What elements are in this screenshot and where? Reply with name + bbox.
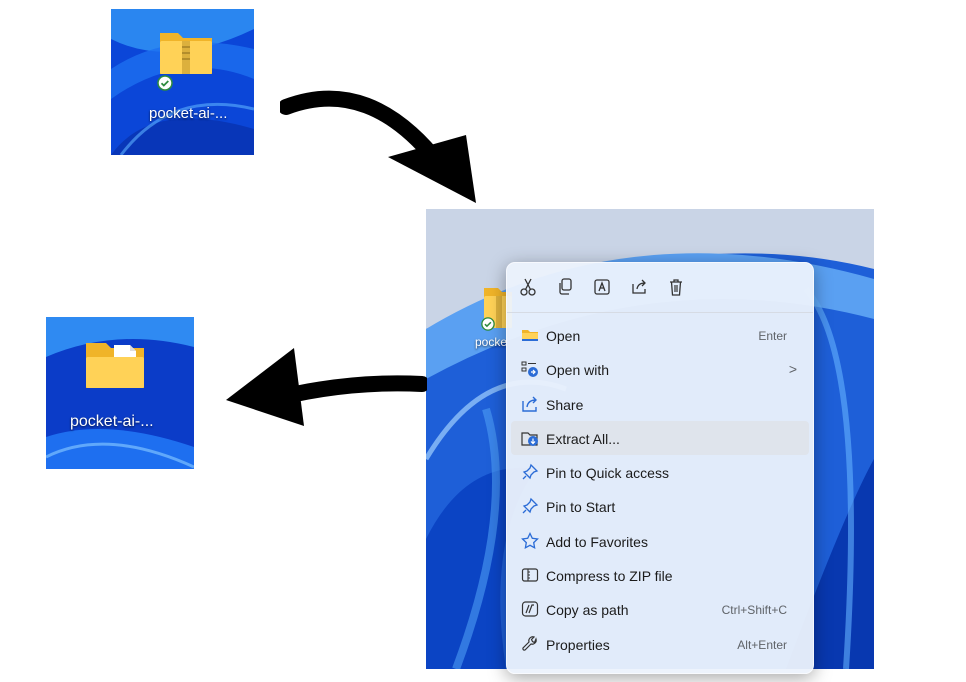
menu-item-label: Pin to Start — [546, 499, 616, 516]
menu-item-add-favorites[interactable]: Add to Favorites — [511, 524, 809, 558]
file-name-label: pocke — [475, 335, 508, 349]
arrow-down-right-icon — [280, 90, 476, 203]
desktop-panel-extracted: pocket-ai-... — [46, 317, 194, 469]
path-icon — [521, 601, 539, 617]
synced-check-icon — [157, 75, 173, 91]
folder-icon — [522, 330, 538, 341]
pin-icon — [522, 498, 539, 514]
desktop-panel-zipped: pocket-ai-... — [111, 9, 254, 155]
chevron-right-icon: > — [788, 361, 797, 378]
share-icon — [522, 396, 537, 412]
menu-item-copy-path[interactable]: Copy as path Ctrl+Shift+C — [511, 592, 809, 626]
delete-icon[interactable] — [667, 277, 685, 297]
menu-item-label: Pin to Quick access — [546, 465, 669, 482]
menu-item-shortcut: Enter — [758, 329, 787, 343]
menu-item-label: Open with — [546, 362, 610, 379]
open-with-icon — [521, 361, 538, 378]
menu-item-open-with[interactable]: Open with > — [511, 352, 809, 386]
pin-icon — [522, 463, 539, 480]
menu-item-label: Properties — [546, 636, 610, 653]
cut-icon[interactable] — [519, 277, 537, 297]
menu-item-shortcut: Ctrl+Shift+C — [721, 603, 787, 618]
file-name-label: pocket-ai-... — [149, 105, 228, 122]
arrow-left-icon — [226, 348, 427, 426]
context-menu-toolbar — [519, 277, 685, 297]
rename-icon[interactable] — [593, 277, 611, 297]
toolbar-divider — [507, 312, 813, 313]
folder-icon[interactable] — [84, 337, 146, 391]
menu-item-label: Open — [546, 328, 581, 344]
menu-item-pin-quick-access[interactable]: Pin to Quick access — [511, 455, 809, 489]
menu-item-compress-zip[interactable]: Compress to ZIP file — [511, 558, 809, 592]
share-icon[interactable] — [630, 277, 648, 297]
context-menu: Open Enter Open with > Share Extract All… — [506, 262, 814, 674]
menu-item-open[interactable]: Open Enter — [511, 318, 809, 352]
zip-folder-icon[interactable] — [158, 27, 214, 77]
wrench-icon — [522, 635, 537, 651]
extract-icon — [521, 432, 538, 446]
menu-item-share[interactable]: Share — [511, 387, 809, 421]
menu-item-label: Add to Favorites — [546, 533, 648, 550]
synced-check-icon — [481, 317, 495, 331]
menu-item-label: Compress to ZIP file — [546, 568, 673, 585]
zip-icon — [521, 568, 539, 582]
file-name-label: pocket-ai-... — [70, 413, 154, 430]
menu-item-label: Extract All... — [546, 430, 620, 447]
menu-item-shortcut: Alt+Enter — [737, 637, 787, 652]
menu-item-pin-start[interactable]: Pin to Start — [511, 489, 809, 523]
star-icon — [521, 531, 539, 549]
copy-icon[interactable] — [556, 277, 574, 297]
menu-item-extract-all[interactable]: Extract All... — [511, 420, 809, 456]
menu-item-label: Share — [546, 396, 584, 413]
menu-item-label: Copy as path — [546, 602, 629, 619]
menu-item-properties[interactable]: Properties Alt+Enter — [511, 627, 809, 661]
